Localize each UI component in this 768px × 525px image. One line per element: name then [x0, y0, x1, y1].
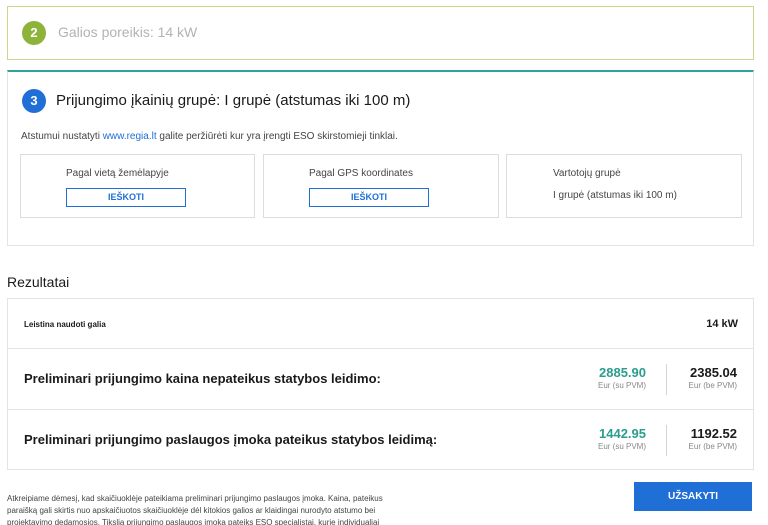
- price-without-permit-label: Preliminari prijungimo kaina nepateikus …: [24, 371, 381, 386]
- price-with-permit-row: Preliminari prijungimo paslaugos įmoka p…: [8, 409, 753, 470]
- results-heading: Rezultatai: [7, 274, 70, 290]
- gps-search-label: Pagal GPS koordinates: [309, 168, 413, 179]
- price-without-permit-novat-value: 2385.04: [690, 365, 737, 380]
- price-without-permit-vat-unit: Eur (su PVM): [597, 381, 646, 390]
- regia-link[interactable]: www.regia.lt: [103, 131, 157, 142]
- info-prefix: Atstumui nustatyti: [21, 131, 103, 142]
- step-3-panel: 3 Prijungimo įkainių grupė: I grupė (ats…: [7, 70, 754, 246]
- price-without-permit-novat-unit: Eur (be PVM): [688, 381, 737, 390]
- disclaimer-text: Atkreipiame dėmesį, kad skaičiuoklėje pa…: [7, 494, 383, 525]
- price-without-permit-row: Preliminari prijungimo kaina nepateikus …: [8, 348, 753, 409]
- consumer-group-card: Vartotojų grupė I grupė (atstumas iki 10…: [506, 154, 742, 218]
- gps-search-card: Pagal GPS koordinates IEŠKOTI: [263, 154, 499, 218]
- step-2-title: Galios poreikis: 14 kW: [58, 24, 198, 40]
- step-2-panel: 2 Galios poreikis: 14 kW: [7, 6, 754, 60]
- price-without-permit-novat: 2385.04 Eur (be PVM): [689, 365, 737, 390]
- step-3-number: 3: [22, 89, 46, 113]
- allowed-power-label: Leistina naudoti galia: [24, 320, 106, 329]
- allowed-power-row: Leistina naudoti galia 14 kW: [8, 299, 753, 348]
- price-with-permit-novat-unit: Eur (be PVM): [688, 442, 737, 451]
- map-search-label: Pagal vietą žemėlapyje: [66, 168, 169, 179]
- step-3-title: Prijungimo įkainių grupė: I grupė (atstu…: [56, 92, 411, 109]
- map-search-card: Pagal vietą žemėlapyje IEŠKOTI: [20, 154, 255, 218]
- price-with-permit-label: Preliminari prijungimo paslaugos įmoka p…: [24, 432, 438, 447]
- distance-info-text: Atstumui nustatyti www.regia.lt galite p…: [21, 131, 398, 142]
- consumer-group-label: Vartotojų grupė: [553, 168, 621, 179]
- gps-search-button[interactable]: IEŠKOTI: [309, 188, 429, 207]
- step-2-number: 2: [22, 21, 46, 45]
- map-search-button[interactable]: IEŠKOTI: [66, 188, 186, 207]
- price-divider: [666, 425, 667, 456]
- price-without-permit-vat: 2885.90 Eur (su PVM): [598, 365, 646, 390]
- price-with-permit-novat: 1192.52 Eur (be PVM): [689, 426, 737, 451]
- price-with-permit-novat-value: 1192.52: [690, 426, 737, 441]
- results-table: Leistina naudoti galia 14 kW Preliminari…: [7, 298, 754, 470]
- consumer-group-value: I grupė (atstumas iki 100 m): [553, 190, 677, 201]
- order-button[interactable]: UŽSAKYTI: [634, 482, 752, 511]
- price-with-permit-vat: 1442.95 Eur (su PVM): [598, 426, 646, 451]
- price-without-permit-vat-value: 2885.90: [599, 365, 646, 380]
- price-with-permit-vat-unit: Eur (su PVM): [597, 442, 646, 451]
- info-suffix: galite peržiūrėti kur yra įrengti ESO sk…: [156, 131, 398, 142]
- allowed-power-value: 14 kW: [706, 318, 738, 330]
- price-divider: [666, 364, 667, 395]
- price-with-permit-vat-value: 1442.95: [599, 426, 646, 441]
